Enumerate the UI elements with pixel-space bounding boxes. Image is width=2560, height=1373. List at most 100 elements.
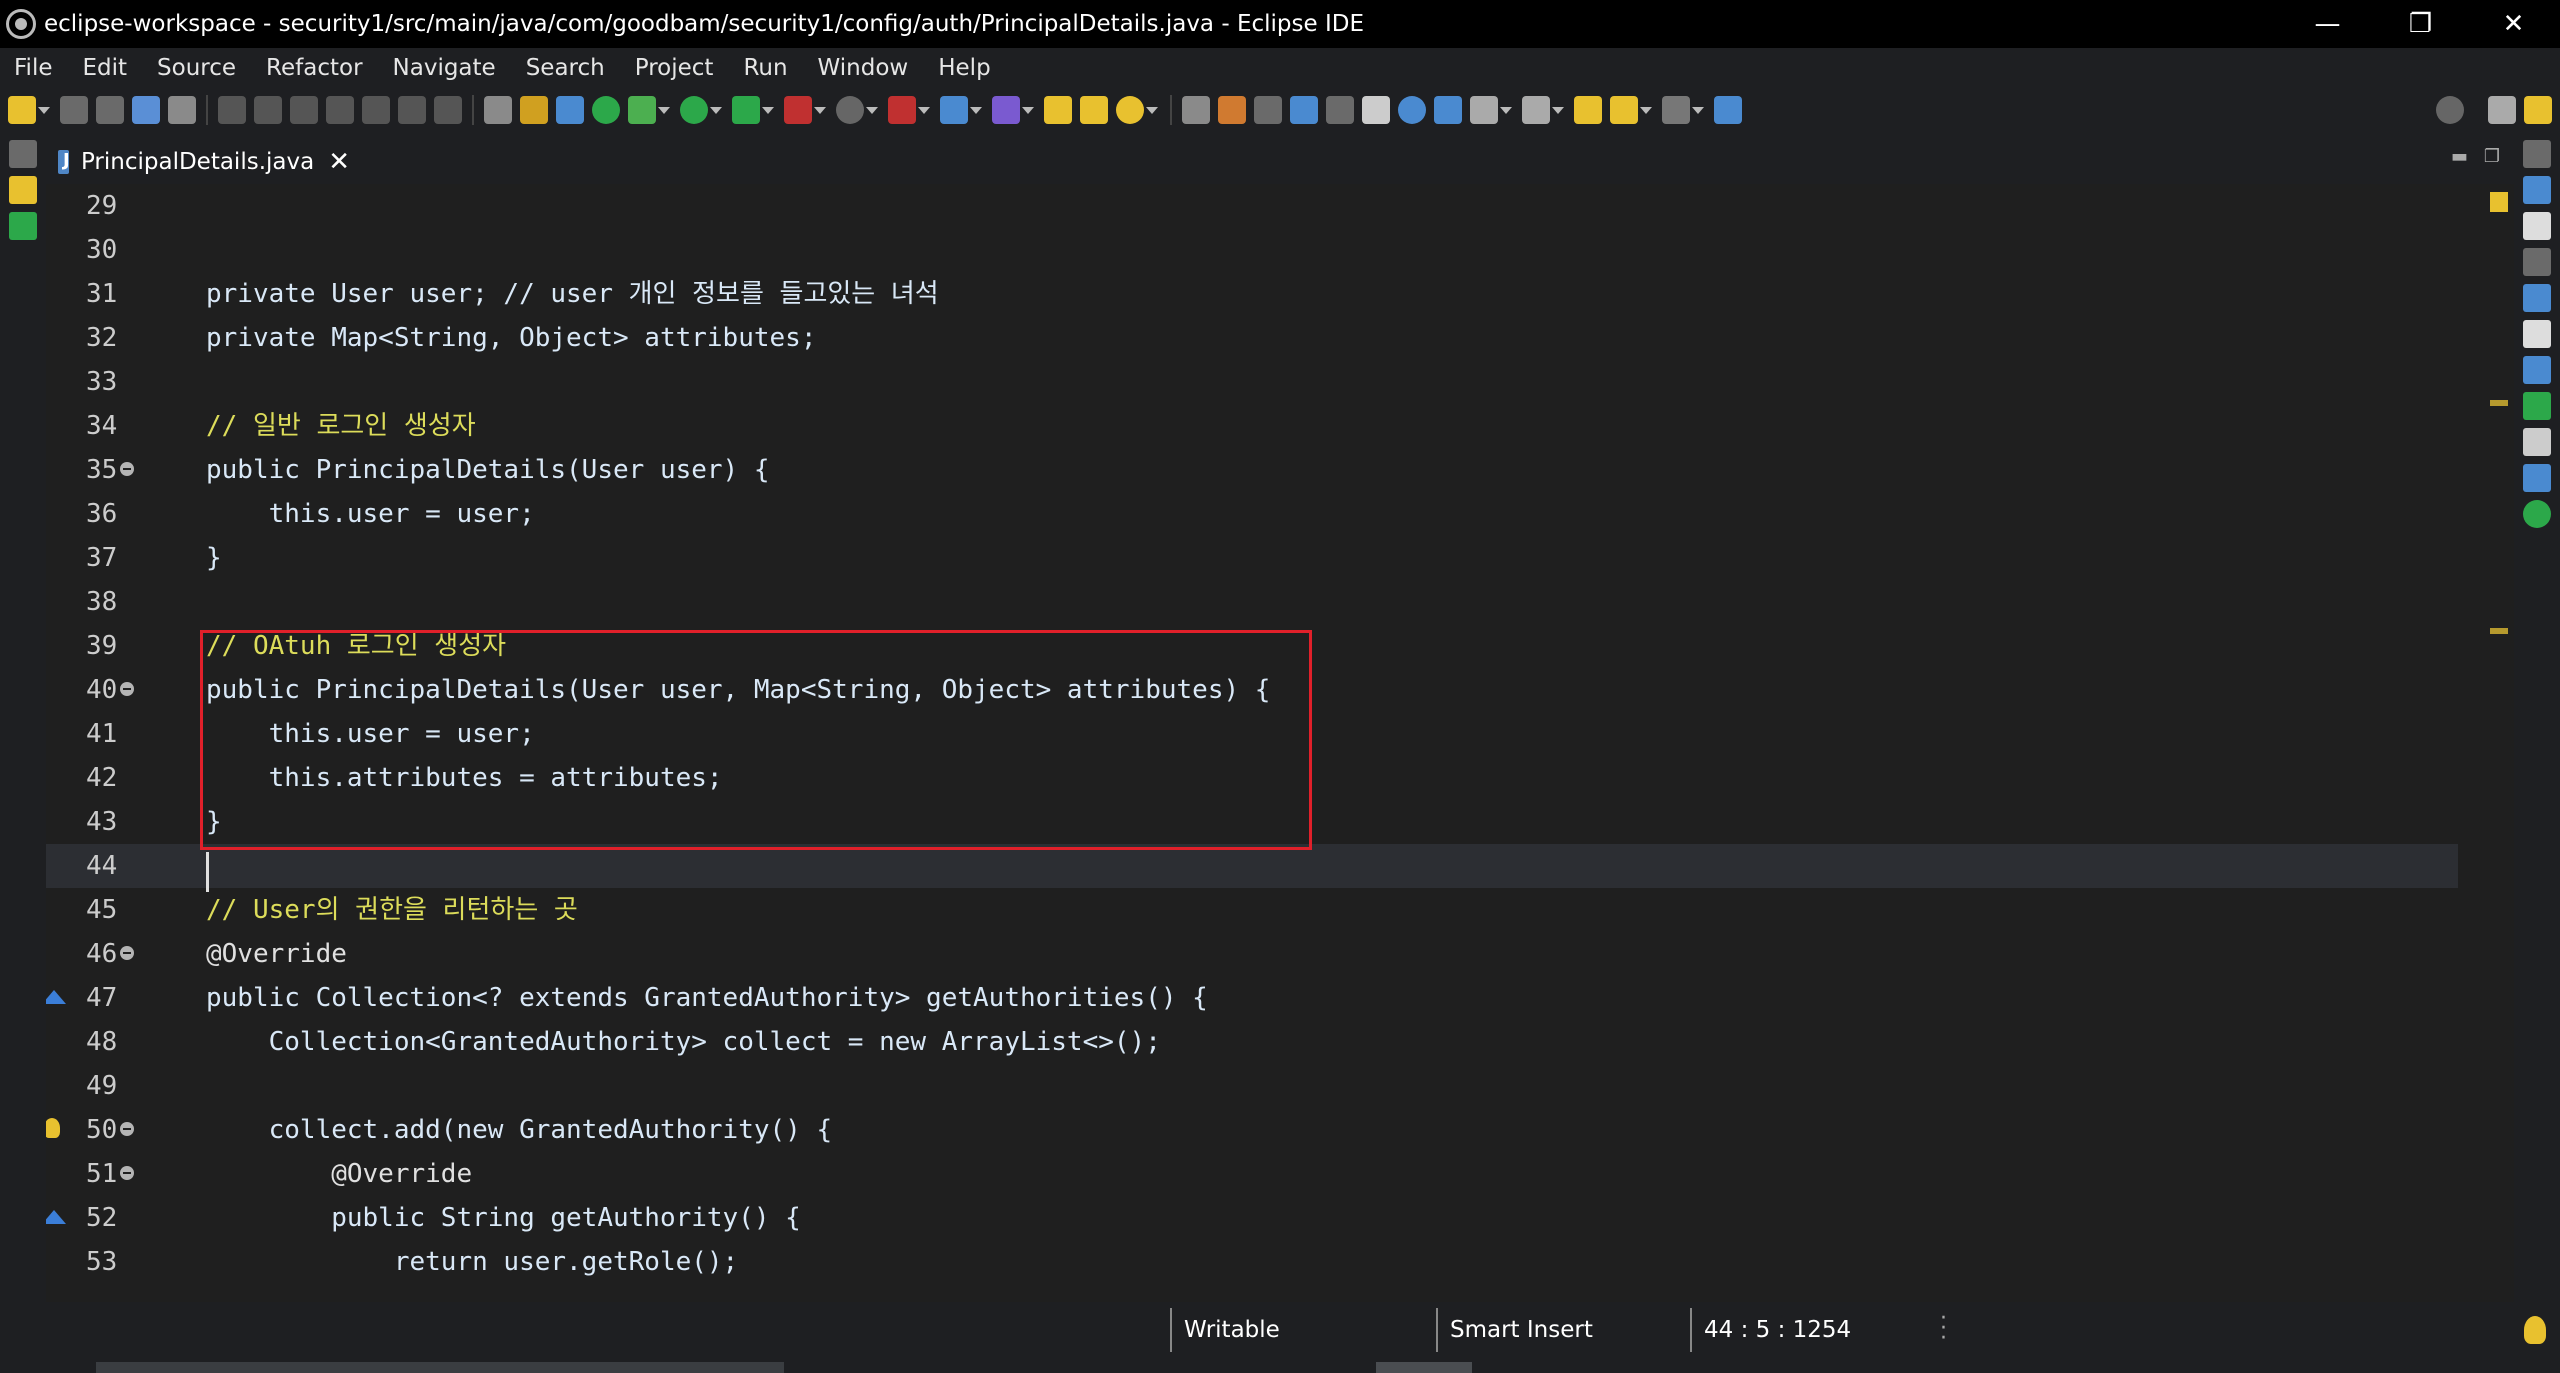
overview-occurrence-marker[interactable] bbox=[2490, 628, 2508, 634]
horizontal-scroll-thumb[interactable] bbox=[1376, 1362, 1472, 1373]
debug-icon[interactable] bbox=[628, 96, 656, 124]
next-annotation-dropdown-icon[interactable] bbox=[1500, 106, 1512, 114]
fold-collapse-icon[interactable] bbox=[120, 682, 134, 696]
overview-warning-marker[interactable] bbox=[2490, 192, 2508, 212]
console-icon[interactable] bbox=[484, 96, 512, 124]
open-type-icon[interactable] bbox=[1044, 96, 1072, 124]
tip-bulb-icon[interactable] bbox=[2524, 1316, 2546, 1344]
fold-collapse-icon[interactable] bbox=[120, 946, 134, 960]
new-icon[interactable] bbox=[8, 96, 36, 124]
status-insert-mode[interactable]: Smart Insert bbox=[1450, 1302, 1593, 1358]
new-class-dropdown-icon[interactable] bbox=[1022, 106, 1034, 114]
external-tools-icon[interactable] bbox=[784, 96, 812, 124]
debug-dropdown-icon[interactable] bbox=[658, 106, 670, 114]
coverage-dropdown-icon[interactable] bbox=[762, 106, 774, 114]
step-over-icon[interactable] bbox=[398, 96, 426, 124]
open-task-icon[interactable] bbox=[1080, 96, 1108, 124]
overview-ruler[interactable] bbox=[2484, 184, 2514, 1302]
search-icon[interactable] bbox=[1116, 96, 1144, 124]
show-whitespace-icon[interactable] bbox=[1326, 96, 1354, 124]
restore-view-icon[interactable] bbox=[9, 140, 37, 168]
menu-refactor[interactable]: Refactor bbox=[252, 55, 378, 81]
fold-collapse-icon[interactable] bbox=[120, 462, 134, 476]
pilcrow-icon[interactable] bbox=[1362, 96, 1390, 124]
minimize-button[interactable]: — bbox=[2281, 0, 2374, 48]
fold-collapse-icon[interactable] bbox=[120, 1166, 134, 1180]
tab-close-icon[interactable]: ✕ bbox=[328, 147, 350, 177]
override-marker-icon[interactable] bbox=[46, 990, 66, 1004]
menu-window[interactable]: Window bbox=[804, 55, 925, 81]
javadoc-icon[interactable] bbox=[2523, 320, 2551, 348]
stop-dropdown-icon[interactable] bbox=[866, 106, 878, 114]
restore-button[interactable]: ❐ bbox=[2374, 0, 2467, 48]
block-selection-icon[interactable] bbox=[1254, 96, 1282, 124]
pin-editor-icon[interactable] bbox=[1714, 96, 1742, 124]
run-dropdown-icon[interactable] bbox=[710, 106, 722, 114]
restore-view-icon[interactable] bbox=[2523, 140, 2551, 168]
prev-annotation-dropdown-icon[interactable] bbox=[1552, 106, 1564, 114]
deploy-icon[interactable] bbox=[888, 96, 916, 124]
step-return-icon[interactable] bbox=[434, 96, 462, 124]
console-view-icon[interactable] bbox=[2523, 464, 2551, 492]
step-into-icon[interactable] bbox=[362, 96, 390, 124]
web-browser-icon[interactable] bbox=[1398, 96, 1426, 124]
servers-view-icon[interactable] bbox=[2523, 500, 2551, 528]
back-icon[interactable] bbox=[1610, 96, 1638, 124]
disconnect-icon[interactable] bbox=[326, 96, 354, 124]
back-dropdown-icon[interactable] bbox=[1640, 106, 1652, 114]
minimize-editor-icon[interactable]: ▬ bbox=[2451, 146, 2468, 167]
minimized-view-icon[interactable] bbox=[2523, 248, 2551, 276]
menu-search[interactable]: Search bbox=[512, 55, 621, 81]
status-cursor-position[interactable]: 44 : 5 : 1254 bbox=[1704, 1302, 1851, 1358]
maximize-editor-icon[interactable]: ❐ bbox=[2484, 146, 2500, 167]
terminal-icon[interactable] bbox=[132, 96, 160, 124]
menu-run[interactable]: Run bbox=[729, 55, 803, 81]
problems-icon[interactable] bbox=[2523, 284, 2551, 312]
new-server-icon[interactable] bbox=[940, 96, 968, 124]
mark-occurrences-icon[interactable] bbox=[1218, 96, 1246, 124]
deploy-dropdown-icon[interactable] bbox=[918, 106, 930, 114]
forward-icon[interactable] bbox=[1662, 96, 1690, 124]
vertical-scrollbar[interactable] bbox=[2458, 184, 2480, 1302]
menu-file[interactable]: File bbox=[0, 55, 69, 81]
new-server-dropdown-icon[interactable] bbox=[970, 106, 982, 114]
menu-help[interactable]: Help bbox=[924, 55, 1006, 81]
package-explorer-icon[interactable] bbox=[9, 176, 37, 204]
menu-edit[interactable]: Edit bbox=[69, 55, 144, 81]
suspend-icon[interactable] bbox=[254, 96, 282, 124]
close-button[interactable]: ✕ bbox=[2467, 0, 2560, 48]
save-icon[interactable] bbox=[60, 96, 88, 124]
word-wrap-icon[interactable] bbox=[1290, 96, 1318, 124]
menu-project[interactable]: Project bbox=[621, 55, 730, 81]
external-tools-dropdown-icon[interactable] bbox=[814, 106, 826, 114]
menu-source[interactable]: Source bbox=[143, 55, 252, 81]
run-icon[interactable] bbox=[680, 96, 708, 124]
stop-icon[interactable] bbox=[836, 96, 864, 124]
forward-dropdown-icon[interactable] bbox=[1692, 106, 1704, 114]
terminate-icon[interactable] bbox=[290, 96, 318, 124]
new-class-icon[interactable] bbox=[992, 96, 1020, 124]
last-edit-icon[interactable] bbox=[1574, 96, 1602, 124]
outline-icon[interactable] bbox=[2523, 176, 2551, 204]
data-source-icon[interactable] bbox=[2523, 392, 2551, 420]
quick-access-search-icon[interactable] bbox=[2436, 96, 2464, 124]
status-more-icon[interactable]: · · · bbox=[1940, 1308, 1947, 1350]
next-annotation-icon[interactable] bbox=[1470, 96, 1498, 124]
resume-icon[interactable] bbox=[218, 96, 246, 124]
override-marker-icon[interactable] bbox=[46, 1210, 66, 1224]
overview-occurrence-marker[interactable] bbox=[2490, 400, 2508, 406]
build-icon[interactable] bbox=[520, 96, 548, 124]
power-icon[interactable] bbox=[592, 96, 620, 124]
quick-fix-bulb-icon[interactable] bbox=[46, 1118, 60, 1138]
type-hierarchy-icon[interactable] bbox=[9, 212, 37, 240]
code-view-icon[interactable] bbox=[2523, 428, 2551, 456]
java-perspective-icon[interactable] bbox=[2524, 96, 2552, 124]
git-icon[interactable] bbox=[1434, 96, 1462, 124]
skip-breakpoints-icon[interactable] bbox=[168, 96, 196, 124]
new-dropdown-icon[interactable] bbox=[38, 106, 50, 114]
fold-collapse-icon[interactable] bbox=[120, 1122, 134, 1136]
save-all-icon[interactable] bbox=[96, 96, 124, 124]
search-dropdown-icon[interactable] bbox=[1146, 106, 1158, 114]
horizontal-scrollbar[interactable] bbox=[96, 1362, 784, 1373]
toggle-breadcrumb-icon[interactable] bbox=[1182, 96, 1210, 124]
